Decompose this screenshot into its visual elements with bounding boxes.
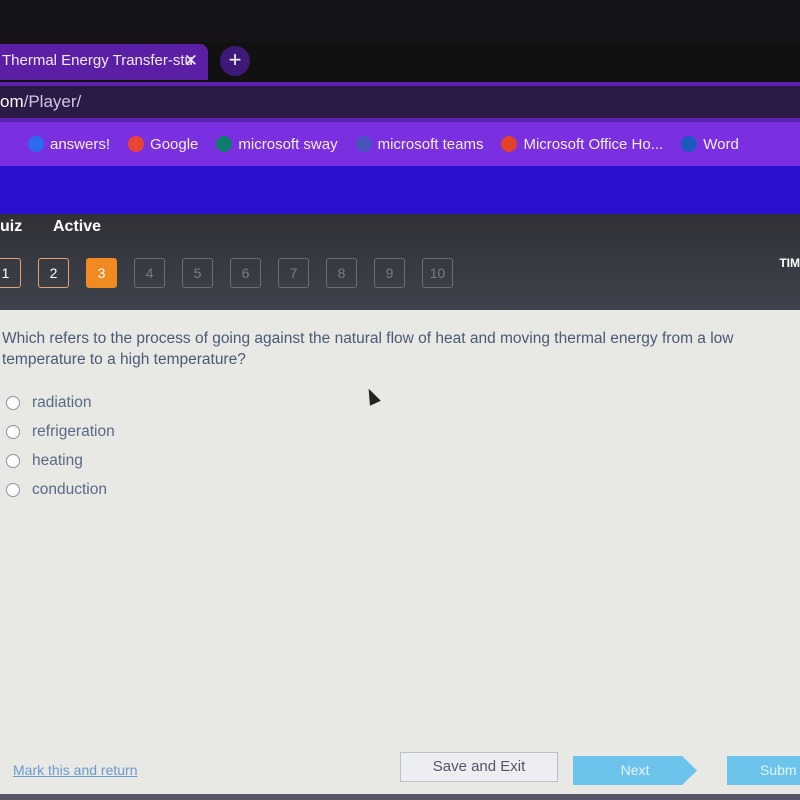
screen-bezel bbox=[0, 0, 800, 42]
bookmark-icon bbox=[128, 136, 145, 152]
question-number-button[interactable]: 2 bbox=[38, 258, 69, 288]
answer-option[interactable]: refrigeration bbox=[6, 417, 115, 446]
close-tab-icon[interactable]: ✕ bbox=[184, 51, 198, 71]
address-bar[interactable]: om/Player/ bbox=[0, 86, 800, 118]
question-number-button[interactable]: 10 bbox=[422, 258, 453, 288]
bookmark-icon bbox=[681, 136, 698, 152]
question-text: Which refers to the process of going aga… bbox=[2, 330, 734, 368]
bookmark-item[interactable]: microsoft sway bbox=[216, 135, 338, 153]
answer-options: radiation refrigeration heating conduction bbox=[6, 388, 115, 504]
answer-option[interactable]: heating bbox=[6, 446, 115, 475]
bookmark-item[interactable]: Microsoft Office Ho... bbox=[501, 136, 663, 153]
bookmark-item[interactable]: answers! bbox=[28, 136, 110, 153]
question-number-button[interactable]: 9 bbox=[374, 258, 405, 288]
option-label: refrigeration bbox=[32, 422, 115, 440]
screen-bottom bbox=[0, 794, 800, 800]
bookmark-label: Microsoft Office Ho... bbox=[523, 135, 664, 153]
bookmark-item[interactable]: microsoft teams bbox=[355, 135, 484, 153]
bookmark-label: answers! bbox=[50, 135, 111, 153]
bookmark-label: Google bbox=[150, 135, 199, 153]
bookmarks-bar: answers! Google microsoft sway microsoft te… bbox=[0, 122, 800, 166]
submit-button[interactable]: Subm bbox=[727, 756, 800, 785]
option-label: heating bbox=[32, 451, 83, 469]
quiz-header: uiz Active 1 2 3 4 5 6 7 8 9 10 TIM bbox=[0, 214, 800, 310]
address-bar-container: om/Player/ bbox=[0, 82, 800, 122]
question-number-button[interactable]: 6 bbox=[230, 258, 261, 288]
quiz-title: uiz bbox=[0, 218, 23, 235]
bookmark-icon bbox=[216, 136, 233, 152]
question-number-button[interactable]: 8 bbox=[326, 258, 357, 288]
bookmark-label: microsoft teams bbox=[377, 135, 484, 153]
site-header bbox=[0, 166, 800, 214]
timer-label: TIM bbox=[779, 256, 800, 270]
answer-option[interactable]: conduction bbox=[6, 475, 115, 504]
radio-button[interactable] bbox=[6, 395, 20, 410]
question-navigator: 1 2 3 4 5 6 7 8 9 10 bbox=[0, 258, 453, 288]
answer-option[interactable]: radiation bbox=[6, 388, 115, 417]
bookmark-label: Word bbox=[703, 135, 739, 153]
question-number-button[interactable]: 7 bbox=[278, 258, 309, 288]
radio-button[interactable] bbox=[6, 453, 20, 468]
bookmark-item[interactable]: Word bbox=[681, 136, 739, 153]
save-and-exit-button[interactable]: Save and Exit bbox=[400, 752, 558, 782]
question-number-button[interactable]: 1 bbox=[0, 258, 21, 288]
option-label: conduction bbox=[32, 480, 107, 498]
bookmark-icon bbox=[28, 136, 44, 152]
quiz-status: Active bbox=[53, 218, 102, 235]
browser-tab[interactable]: Thermal Energy Transfer-stu ✕ bbox=[0, 44, 208, 80]
radio-button[interactable] bbox=[6, 482, 20, 497]
question-panel: Which refers to the process of going aga… bbox=[0, 310, 800, 794]
radio-button[interactable] bbox=[6, 424, 20, 439]
question-number-button[interactable]: 3 bbox=[86, 258, 117, 288]
bookmark-item[interactable]: Google bbox=[128, 136, 198, 153]
tab-title: Thermal Energy Transfer-stu bbox=[2, 52, 193, 69]
bookmark-icon bbox=[501, 136, 518, 152]
url-domain: om bbox=[0, 92, 24, 111]
next-button[interactable]: Next bbox=[573, 756, 697, 785]
question-number-button[interactable]: 5 bbox=[182, 258, 213, 288]
question-number-button[interactable]: 4 bbox=[134, 258, 165, 288]
new-tab-button[interactable]: + bbox=[220, 46, 250, 76]
bookmark-label: microsoft sway bbox=[238, 135, 338, 153]
bookmark-icon bbox=[355, 136, 372, 152]
url-path: /Player/ bbox=[23, 92, 82, 111]
option-label: radiation bbox=[32, 393, 92, 411]
mark-and-return-link[interactable]: Mark this and return bbox=[13, 762, 138, 778]
